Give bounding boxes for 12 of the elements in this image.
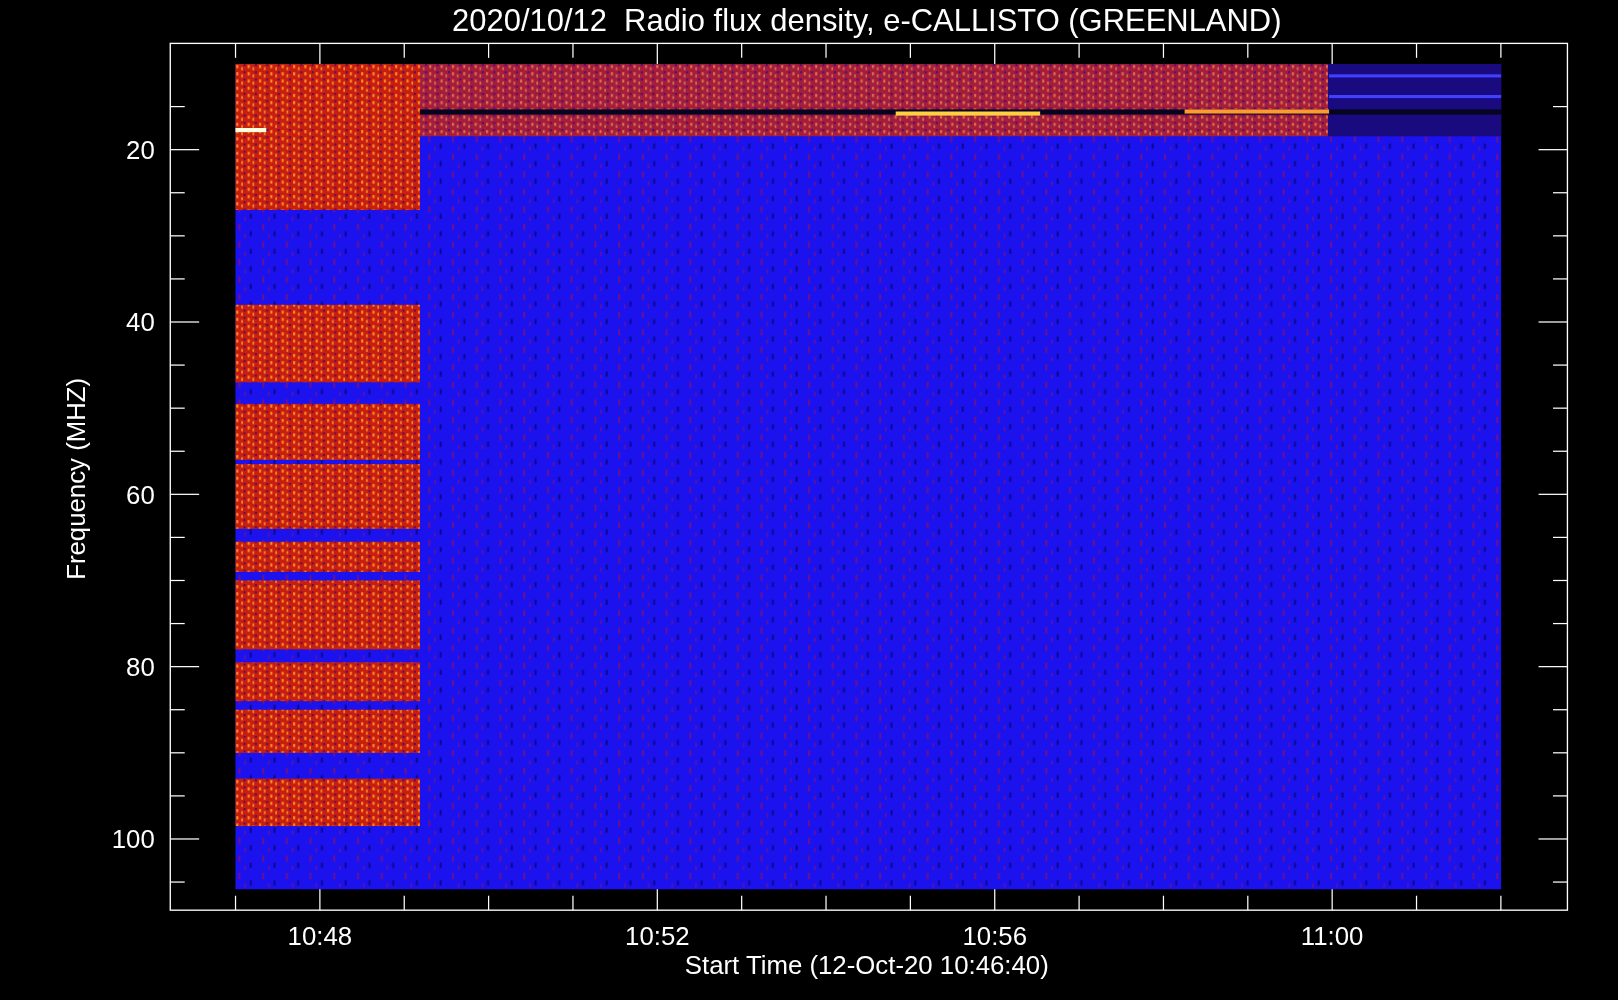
y-tick-label: 80 [126, 652, 155, 681]
x-tick-label: 10:48 [287, 922, 353, 951]
y-tick-label: 40 [126, 308, 155, 337]
x-tick-label: 11:00 [1300, 922, 1364, 951]
y-tick-label: 60 [126, 480, 155, 509]
y-tick-label: 20 [126, 135, 155, 164]
chart-title: 2020/10/12 Radio flux density, e-CALLISTO (GREENLAND) [452, 3, 1282, 38]
x-tick-label: 10:52 [625, 922, 690, 951]
y-axis-label: Frequency (MHZ) [61, 377, 90, 580]
y-tick-label: 100 [111, 825, 155, 854]
x-tick-label: 10:56 [962, 922, 1027, 951]
x-axis-label: Start Time (12-Oct-20 10:46:40) [684, 951, 1049, 980]
